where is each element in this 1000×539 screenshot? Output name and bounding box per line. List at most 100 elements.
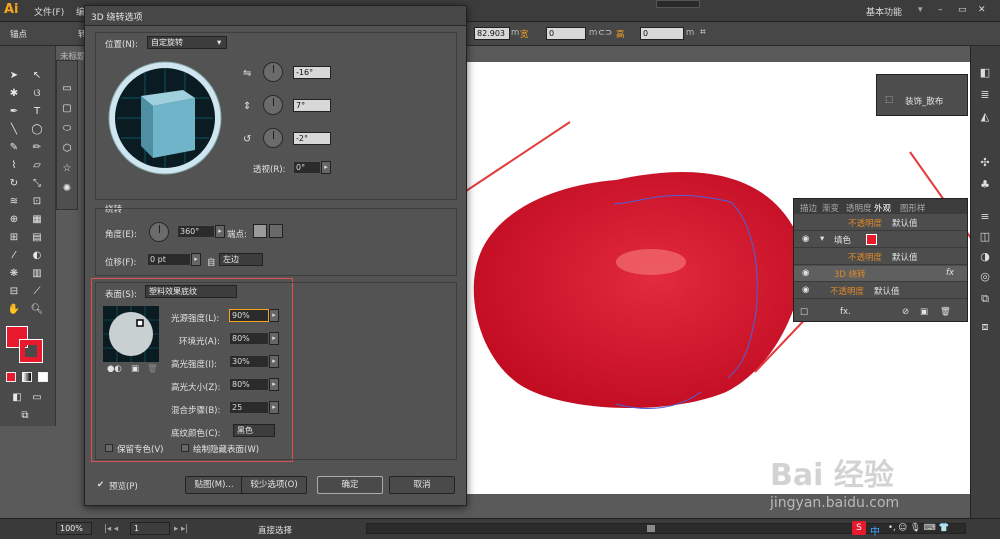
- color-panel-icon[interactable]: ◧: [978, 66, 992, 80]
- appearance-row-fill[interactable]: ◉ ▾ 填色: [794, 232, 967, 248]
- angle-input[interactable]: 360°: [177, 225, 215, 238]
- free-transform-tool-icon[interactable]: ⊡: [28, 194, 46, 210]
- expand-triangle-icon[interactable]: ▾: [820, 234, 824, 244]
- add-effect-button[interactable]: fx.: [840, 307, 851, 317]
- lighting-sphere[interactable]: [103, 306, 159, 362]
- ok-button[interactable]: 确定: [317, 476, 383, 494]
- appearance-row-3d-revolve[interactable]: ◉ 3D 绕转 fx: [794, 266, 967, 282]
- ime-punctuation-icon[interactable]: •, ☺ 🎙︎ ⌨ 👕: [888, 523, 949, 533]
- eraser-tool-icon[interactable]: ▱: [28, 158, 46, 174]
- light-intensity-input[interactable]: 90%: [229, 309, 269, 322]
- visibility-eye-icon[interactable]: ◉: [802, 268, 809, 278]
- workspace-dropdown-icon[interactable]: ▾: [918, 5, 923, 15]
- x-input[interactable]: 82.903: [474, 27, 510, 40]
- height-input[interactable]: 0: [640, 27, 684, 40]
- artboard-tool-icon[interactable]: ⊟: [5, 284, 23, 300]
- tab-appearance[interactable]: 外观: [874, 202, 891, 214]
- bridge-button[interactable]: [656, 0, 700, 8]
- color-mode-icon[interactable]: [6, 372, 16, 382]
- page-dropdown[interactable]: 1: [130, 522, 170, 535]
- width-input[interactable]: 0: [546, 27, 586, 40]
- rotation-trackball[interactable]: [107, 60, 223, 176]
- gradient-tool-icon[interactable]: ▤: [28, 230, 46, 246]
- cap-off-icon[interactable]: [269, 224, 283, 238]
- appearance-panel-icon[interactable]: ◎: [978, 270, 992, 284]
- draw-mode-icon[interactable]: ◧: [8, 390, 26, 406]
- ellipse-tool-icon[interactable]: ◯: [28, 122, 46, 138]
- perspective-arrow-icon[interactable]: ▸: [321, 161, 331, 174]
- tab-gradient[interactable]: 渐变: [822, 202, 839, 214]
- position-dropdown[interactable]: 自定旋转: [147, 36, 227, 49]
- restore-icon[interactable]: ▭: [958, 5, 967, 15]
- document-tab[interactable]: 未标题: [60, 50, 86, 62]
- appearance-row[interactable]: 不透明度 默认值: [794, 249, 967, 265]
- cancel-button[interactable]: 取消: [389, 476, 455, 494]
- star-shape-icon[interactable]: ☆: [58, 161, 76, 177]
- stroke-panel-icon[interactable]: ≡: [978, 210, 992, 224]
- z-rotation-knob[interactable]: [263, 128, 283, 148]
- highlight-intensity-arrow-icon[interactable]: ▸: [269, 355, 279, 368]
- y-rotation-knob[interactable]: [263, 95, 283, 115]
- warp-tool-icon[interactable]: ≋: [5, 194, 23, 210]
- tab-stroke[interactable]: 描边: [800, 202, 817, 214]
- delete-light-icon[interactable]: 🗑︎: [147, 364, 158, 374]
- highlight-intensity-input[interactable]: 30%: [229, 355, 269, 368]
- new-stroke-icon[interactable]: □: [800, 307, 808, 317]
- visibility-eye-icon[interactable]: ◉: [802, 234, 809, 244]
- brush-label[interactable]: 装饰_散布: [905, 95, 943, 107]
- clear-appearance-icon[interactable]: ⊘: [902, 307, 909, 317]
- hand-tool-icon[interactable]: ✋: [5, 302, 23, 318]
- column-graph-tool-icon[interactable]: ▥: [28, 266, 46, 282]
- surface-dropdown[interactable]: 塑料效果底纹: [145, 285, 237, 298]
- rounded-rect-shape-icon[interactable]: ▢: [58, 101, 76, 117]
- appearance-row[interactable]: ◉ 不透明度 默认值: [794, 283, 967, 299]
- next-page-icon[interactable]: ▸ ▸|: [174, 524, 188, 534]
- polygon-shape-icon[interactable]: ⬡: [58, 141, 76, 157]
- transform-icon[interactable]: ⌗: [700, 27, 706, 38]
- color-guide-icon[interactable]: ◭: [978, 110, 992, 124]
- symbol-sprayer-tool-icon[interactable]: ❋: [5, 266, 23, 282]
- brushes-panel-icon[interactable]: ✣: [978, 156, 992, 170]
- screen-mode-icon[interactable]: ▭: [28, 390, 46, 406]
- shade-color-dropdown[interactable]: 黑色: [233, 424, 275, 437]
- blob-brush-tool-icon[interactable]: ⌇: [5, 158, 23, 174]
- tab-transparency[interactable]: 透明度: [846, 202, 872, 214]
- link-icon[interactable]: ⊂⊃: [598, 28, 612, 38]
- direct-selection-tool-icon[interactable]: ↖: [28, 68, 46, 84]
- highlight-size-input[interactable]: 80%: [229, 378, 269, 391]
- cap-on-icon[interactable]: [253, 224, 267, 238]
- blend-tool-icon[interactable]: ◐: [28, 248, 46, 264]
- gradient-panel-icon[interactable]: ◫: [978, 230, 992, 244]
- lasso-tool-icon[interactable]: ଓ: [28, 86, 46, 102]
- graphic-styles-icon[interactable]: ⧉: [978, 292, 992, 306]
- flare-shape-icon[interactable]: ✺: [58, 181, 76, 197]
- offset-input[interactable]: 0 pt: [147, 253, 191, 266]
- change-screen-icon[interactable]: ⧉: [16, 408, 34, 424]
- light-intensity-arrow-icon[interactable]: ▸: [269, 309, 279, 322]
- ime-mode[interactable]: 中: [870, 523, 880, 538]
- fill-color-chip[interactable]: [866, 234, 877, 245]
- pencil-tool-icon[interactable]: ✏: [28, 140, 46, 156]
- z-rotation-input[interactable]: -2°: [293, 132, 331, 145]
- preview-check-icon[interactable]: ✔: [97, 480, 104, 490]
- magic-wand-tool-icon[interactable]: ✱: [5, 86, 23, 102]
- selection-tool-icon[interactable]: ➤: [5, 68, 23, 84]
- draw-hidden-checkbox[interactable]: [181, 444, 189, 452]
- zoom-dropdown[interactable]: 100%: [56, 522, 92, 535]
- zoom-tool-icon[interactable]: 🔍︎: [28, 302, 46, 318]
- map-button[interactable]: 贴图(M)...: [185, 476, 243, 494]
- x-rotation-knob[interactable]: [263, 62, 283, 82]
- fewer-options-button[interactable]: 较少选项(O): [241, 476, 307, 494]
- stroke-swatch[interactable]: [19, 339, 43, 363]
- scale-tool-icon[interactable]: ⤡: [28, 176, 46, 192]
- slice-tool-icon[interactable]: ⟋: [28, 284, 46, 300]
- eyedropper-tool-icon[interactable]: ⁄: [5, 248, 23, 264]
- gradient-mode-icon[interactable]: [22, 372, 32, 382]
- paintbrush-tool-icon[interactable]: ✎: [5, 140, 23, 156]
- rect-shape-icon[interactable]: ▭: [58, 81, 76, 97]
- new-light-icon[interactable]: ▣: [131, 364, 139, 374]
- perspective-grid-tool-icon[interactable]: ▦: [28, 212, 46, 228]
- light-back-icon[interactable]: ●◐: [107, 364, 122, 374]
- ambient-arrow-icon[interactable]: ▸: [269, 332, 279, 345]
- tab-graphic-styles[interactable]: 图形样: [900, 202, 926, 214]
